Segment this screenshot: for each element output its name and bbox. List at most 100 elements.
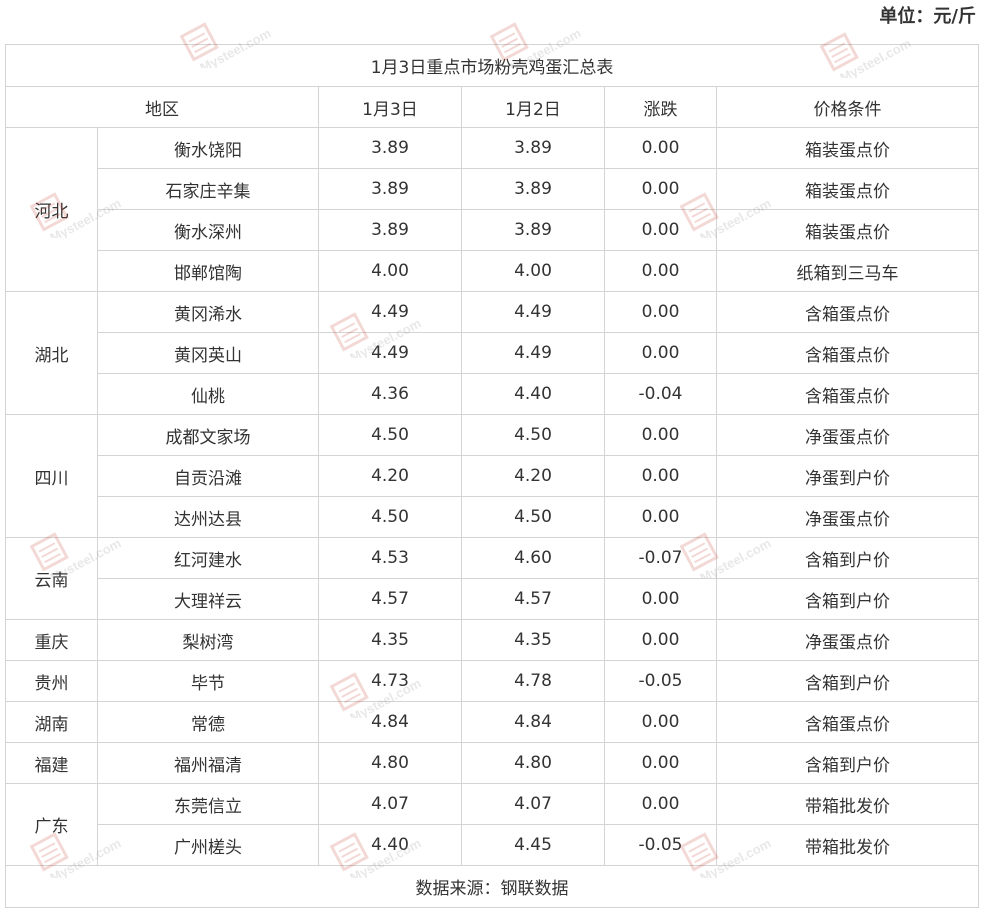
price-jan3-cell: 4.00	[318, 250, 462, 292]
province-cell: 重庆	[5, 619, 98, 661]
price-jan3-cell: 3.89	[318, 168, 462, 210]
table-row: 黄冈英山 4.49 4.49 0.00 含箱蛋点价	[6, 332, 980, 374]
price-jan2-cell: 4.49	[461, 291, 605, 333]
price-jan3-cell: 4.50	[318, 496, 462, 538]
change-cell: -0.07	[604, 537, 717, 579]
market-cell: 大理祥云	[97, 578, 319, 620]
market-cell: 自贡沿滩	[97, 455, 319, 497]
market-cell: 东莞信立	[97, 783, 319, 825]
price-condition-cell: 含箱蛋点价	[715, 332, 980, 374]
price-condition-cell: 净蛋蛋点价	[715, 619, 980, 661]
change-cell: 0.00	[604, 578, 717, 620]
table-row: 衡水深州 3.89 3.89 0.00 箱装蛋点价	[6, 209, 980, 251]
table-row: 贵州 毕节 4.73 4.78 -0.05 含箱到户价	[5, 660, 980, 702]
table-row: 自贡沿滩 4.20 4.20 0.00 净蛋到户价	[6, 455, 980, 497]
price-condition-cell: 纸箱到三马车	[715, 250, 980, 292]
market-cell: 邯郸馆陶	[97, 250, 319, 292]
province-cell: 湖南	[5, 701, 98, 743]
price-jan2-cell: 4.40	[461, 373, 605, 415]
price-jan3-cell: 3.89	[318, 209, 462, 251]
price-jan3-cell: 4.84	[318, 701, 462, 743]
price-jan2-cell: 3.89	[461, 168, 605, 210]
province-cell: 贵州	[5, 660, 98, 702]
table-row: 福建 福州福清 4.80 4.80 0.00 含箱到户价	[5, 742, 980, 784]
price-condition-cell: 带箱批发价	[715, 824, 980, 866]
price-jan3-cell: 4.07	[318, 783, 462, 825]
change-cell: 0.00	[604, 127, 717, 169]
price-condition-cell: 带箱批发价	[715, 783, 980, 825]
header-date-jan3: 1月3日	[318, 86, 462, 128]
price-condition-cell: 含箱到户价	[715, 742, 980, 784]
price-jan3-cell: 4.50	[318, 414, 462, 456]
table-row: 四川 成都文家场 4.50 4.50 0.00 净蛋蛋点价	[5, 414, 980, 538]
price-jan3-cell: 4.53	[318, 537, 462, 579]
price-jan2-cell: 4.60	[461, 537, 605, 579]
market-cell: 福州福清	[97, 742, 319, 784]
table-row: 大理祥云 4.57 4.57 0.00 含箱到户价	[6, 578, 980, 620]
market-cell: 常德	[97, 701, 319, 743]
price-jan2-cell: 4.78	[461, 660, 605, 702]
market-cell: 仙桃	[97, 373, 319, 415]
price-condition-cell: 净蛋到户价	[715, 455, 980, 497]
market-cell: 衡水深州	[97, 209, 319, 251]
table-row: 湖北 黄冈浠水 4.49 4.49 0.00 含箱蛋点价	[5, 291, 980, 415]
header-date-jan2: 1月2日	[461, 86, 605, 128]
change-cell: 0.00	[604, 209, 717, 251]
market-cell: 黄冈浠水	[97, 291, 319, 333]
unit-label: 单位：元/斤	[879, 6, 976, 27]
header-region: 地区	[5, 86, 319, 128]
table-row: 广东 东莞信立 4.07 4.07 0.00 带箱批发价	[5, 783, 980, 866]
price-jan3-cell: 4.73	[318, 660, 462, 702]
table-row: 湖南 常德 4.84 4.84 0.00 含箱蛋点价	[5, 701, 980, 743]
market-cell: 达州达县	[97, 496, 319, 538]
change-cell: 0.00	[604, 291, 717, 333]
change-cell: -0.04	[604, 373, 717, 415]
price-jan2-cell: 3.89	[461, 209, 605, 251]
price-jan2-cell: 4.57	[461, 578, 605, 620]
change-cell: 0.00	[604, 619, 717, 661]
change-cell: -0.05	[604, 824, 717, 866]
price-condition-cell: 箱装蛋点价	[715, 168, 980, 210]
change-cell: -0.05	[604, 660, 717, 702]
province-cell: 四川	[5, 414, 98, 538]
price-jan3-cell: 4.57	[318, 578, 462, 620]
price-jan2-cell: 4.00	[461, 250, 605, 292]
price-jan2-cell: 4.45	[461, 824, 605, 866]
price-jan2-cell: 4.20	[461, 455, 605, 497]
price-condition-cell: 含箱蛋点价	[715, 291, 980, 333]
egg-price-table: 1月3日重点市场粉壳鸡蛋汇总表 地区 1月3日 1月2日 涨跌 价格条件 河北衡…	[4, 44, 980, 908]
price-jan2-cell: 4.50	[461, 496, 605, 538]
price-jan2-cell: 4.35	[461, 619, 605, 661]
price-condition-cell: 含箱蛋点价	[715, 373, 980, 415]
table-row: 重庆 梨树湾 4.35 4.35 0.00 净蛋蛋点价	[5, 619, 980, 661]
province-cell: 广东	[5, 783, 98, 866]
price-condition-cell: 净蛋蛋点价	[715, 496, 980, 538]
change-cell: 0.00	[604, 414, 717, 456]
table-row: 云南 红河建水 4.53 4.60 -0.07 含箱到户价	[5, 537, 980, 620]
price-condition-cell: 含箱蛋点价	[715, 701, 980, 743]
change-cell: 0.00	[604, 250, 717, 292]
price-condition-cell: 箱装蛋点价	[715, 127, 980, 169]
price-jan2-cell: 3.89	[461, 127, 605, 169]
change-cell: 0.00	[604, 168, 717, 210]
price-jan3-cell: 4.35	[318, 619, 462, 661]
price-jan3-cell: 4.40	[318, 824, 462, 866]
price-jan3-cell: 4.36	[318, 373, 462, 415]
price-jan2-cell: 4.50	[461, 414, 605, 456]
province-cell: 河北	[5, 127, 98, 292]
table-row: 邯郸馆陶 4.00 4.00 0.00 纸箱到三马车	[6, 250, 980, 292]
change-cell: 0.00	[604, 783, 717, 825]
price-condition-cell: 含箱到户价	[715, 660, 980, 702]
price-jan2-cell: 4.84	[461, 701, 605, 743]
price-condition-cell: 净蛋蛋点价	[715, 414, 980, 456]
market-cell: 红河建水	[97, 537, 319, 579]
price-jan3-cell: 4.20	[318, 455, 462, 497]
change-cell: 0.00	[604, 742, 717, 784]
province-cell: 云南	[5, 537, 98, 620]
data-source: 数据来源：钢联数据	[4, 865, 980, 908]
price-condition-cell: 含箱到户价	[715, 578, 980, 620]
price-condition-cell: 含箱到户价	[715, 537, 980, 579]
market-cell: 石家庄辛集	[97, 168, 319, 210]
header-change: 涨跌	[604, 86, 717, 128]
market-cell: 成都文家场	[97, 414, 319, 456]
